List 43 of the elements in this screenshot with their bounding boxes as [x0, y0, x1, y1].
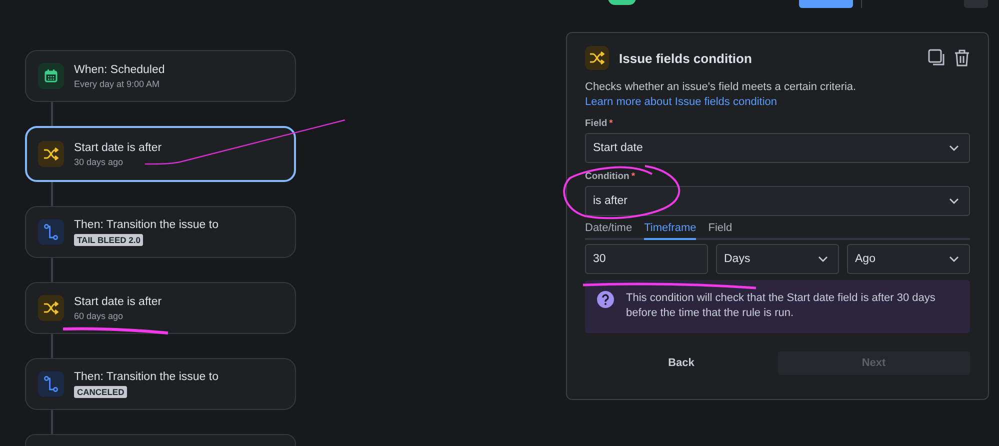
- field-label: Condition *: [585, 171, 636, 182]
- amount-input[interactable]: 30: [585, 244, 708, 274]
- condition-select[interactable]: is after: [585, 186, 970, 216]
- card-subtitle: Every day at 9:00 AM: [74, 78, 160, 88]
- shuffle-icon: [38, 295, 64, 321]
- tab[interactable]: Timeframe: [644, 222, 696, 240]
- rule-card[interactable]: Then: Transition the issue to TAIL BLEED 2.0: [25, 206, 296, 258]
- unit-select[interactable]: Days: [716, 244, 839, 274]
- rule-card[interactable]: Then: Transition the issue to CANCELED: [25, 358, 296, 410]
- card-subtitle: 30 days ago: [74, 156, 124, 166]
- status-lozenge: TAIL BLEED 2.0: [74, 234, 144, 246]
- branch-icon: [38, 219, 64, 245]
- branch-icon: [38, 371, 64, 397]
- field-select[interactable]: Start date: [585, 133, 970, 163]
- shuffle-icon: [38, 141, 64, 167]
- chevron-down-icon: [949, 145, 959, 151]
- copy-icon[interactable]: [928, 49, 946, 67]
- rule-card[interactable]: When: Scheduled Every day at 9:00 AM: [25, 50, 296, 102]
- shuffle-icon: [585, 46, 609, 70]
- card-title: Start date is after: [74, 142, 162, 154]
- chevron-down-icon: [949, 198, 959, 204]
- chevron-down-icon: [818, 256, 828, 262]
- chevron-down-icon: [949, 256, 959, 262]
- card-title: Then: Transition the issue to: [74, 218, 218, 230]
- tab[interactable]: Date/time: [585, 222, 632, 240]
- info-text: This condition will check that the Start date field is after 30 days before the time that the rule is run.: [626, 291, 936, 321]
- panel-description: Checks whether an issue's field meets a certain criteria. Learn more about Issue fields condition: [585, 80, 858, 110]
- card-title: When: Scheduled: [74, 64, 165, 76]
- status-lozenge: CANCELED: [74, 386, 128, 398]
- card-title: Then: Transition the issue to: [74, 370, 218, 382]
- panel-title: Issue fields condition: [619, 50, 752, 66]
- rule-card[interactable]: Start date is after 60 days ago: [25, 282, 296, 334]
- rule-card[interactable]: Start date is after 30 days ago: [25, 126, 296, 182]
- field-label: Field *: [585, 118, 614, 129]
- direction-select[interactable]: Ago: [847, 244, 970, 274]
- tab[interactable]: Field: [708, 222, 732, 240]
- back-button[interactable]: Back: [636, 351, 726, 375]
- learn-more-link[interactable]: Learn more about Issue fields condition: [585, 96, 778, 108]
- card-title: Start date is after: [74, 296, 162, 308]
- calendar-icon: [38, 63, 64, 89]
- card-subtitle: 60 days ago: [74, 310, 124, 320]
- question-icon: [597, 291, 614, 308]
- trash-icon[interactable]: [954, 49, 970, 67]
